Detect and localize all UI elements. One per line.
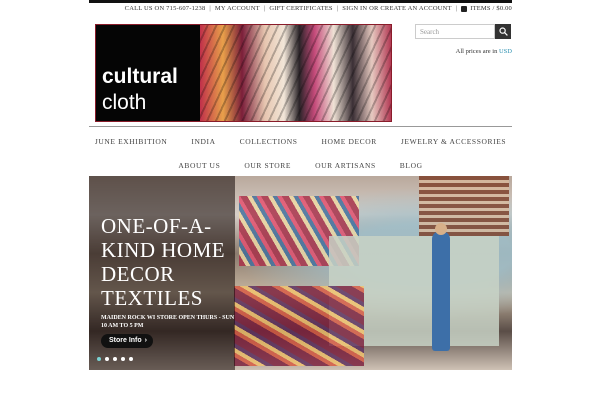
- main-nav-row-1: JUNE EXHIBITION INDIA COLLECTIONS HOME D…: [89, 137, 512, 146]
- cart-icon[interactable]: [461, 5, 468, 12]
- utility-links: CALL US ON 715-607-1238 | MY ACCOUNT | G…: [125, 5, 512, 12]
- separator: |: [336, 5, 339, 12]
- nav-item-our-artisans[interactable]: OUR ARTISANS: [315, 161, 376, 170]
- separator: |: [263, 5, 266, 12]
- search-button[interactable]: [495, 24, 511, 39]
- nav-item-june-exhibition[interactable]: JUNE EXHIBITION: [95, 137, 168, 146]
- my-account-link[interactable]: MY ACCOUNT: [215, 5, 260, 12]
- currency-note: All prices are in USD: [456, 48, 512, 55]
- separator: |: [455, 5, 458, 12]
- logo-word-cloth: cloth: [102, 91, 147, 114]
- nav-item-our-store[interactable]: OUR STORE: [244, 161, 291, 170]
- nav-item-about-us[interactable]: ABOUT US: [178, 161, 220, 170]
- logo-word-cultural: cultural: [102, 65, 178, 88]
- logo-textile-photo: [200, 25, 391, 121]
- logo-panel: cultural cloth: [96, 25, 200, 121]
- slide-dot[interactable]: [129, 357, 133, 361]
- nav-item-collections[interactable]: COLLECTIONS: [240, 137, 298, 146]
- hero-figurine-image: [432, 223, 450, 351]
- store-info-button[interactable]: Store Info ›: [101, 334, 153, 348]
- hero-heading: ONE-OF-A-KIND HOME DECOR TEXTILES: [101, 214, 226, 310]
- nav-item-jewelry-accessories[interactable]: JEWELRY & ACCESSORIES: [401, 137, 506, 146]
- separator: |: [209, 5, 211, 12]
- gift-certificates-link[interactable]: GIFT CERTIFICATES: [269, 5, 332, 12]
- hero-slideshow[interactable]: ONE-OF-A-KIND HOME DECOR TEXTILES MAIDEN…: [89, 176, 512, 370]
- slide-dot[interactable]: [113, 357, 117, 361]
- currency-link[interactable]: USD: [499, 48, 512, 55]
- cart-link[interactable]: ITEMS / $0.00: [470, 5, 512, 12]
- nav-item-home-decor[interactable]: HOME DECOR: [322, 137, 377, 146]
- hero-textile-cushion: [234, 286, 364, 366]
- site-logo[interactable]: cultural cloth: [95, 24, 392, 122]
- slide-dot[interactable]: [105, 357, 109, 361]
- main-nav-row-2: ABOUT US OUR STORE OUR ARTISANS BLOG: [89, 161, 512, 170]
- nav-item-blog[interactable]: BLOG: [400, 161, 423, 170]
- hero-subtext: MAIDEN ROCK WI STORE OPEN THURS - SUN 10…: [101, 315, 235, 329]
- slide-dots: [97, 357, 133, 361]
- slide-dot[interactable]: [121, 357, 125, 361]
- store-info-label: Store Info: [109, 337, 142, 344]
- nav-item-india[interactable]: INDIA: [191, 137, 215, 146]
- chevron-right-icon: ›: [144, 337, 147, 344]
- phone-link[interactable]: CALL US ON 715-607-1238: [125, 5, 206, 12]
- currency-prefix: All prices are in: [455, 48, 498, 55]
- top-bar: [89, 0, 512, 3]
- hero-basket-image: [419, 176, 509, 236]
- header-divider: [89, 126, 512, 127]
- slide-dot[interactable]: [97, 357, 101, 361]
- search-icon: [499, 27, 508, 36]
- sign-in-link[interactable]: SIGN IN OR CREATE AN ACCOUNT: [342, 5, 451, 12]
- search-input[interactable]: Search: [415, 24, 495, 39]
